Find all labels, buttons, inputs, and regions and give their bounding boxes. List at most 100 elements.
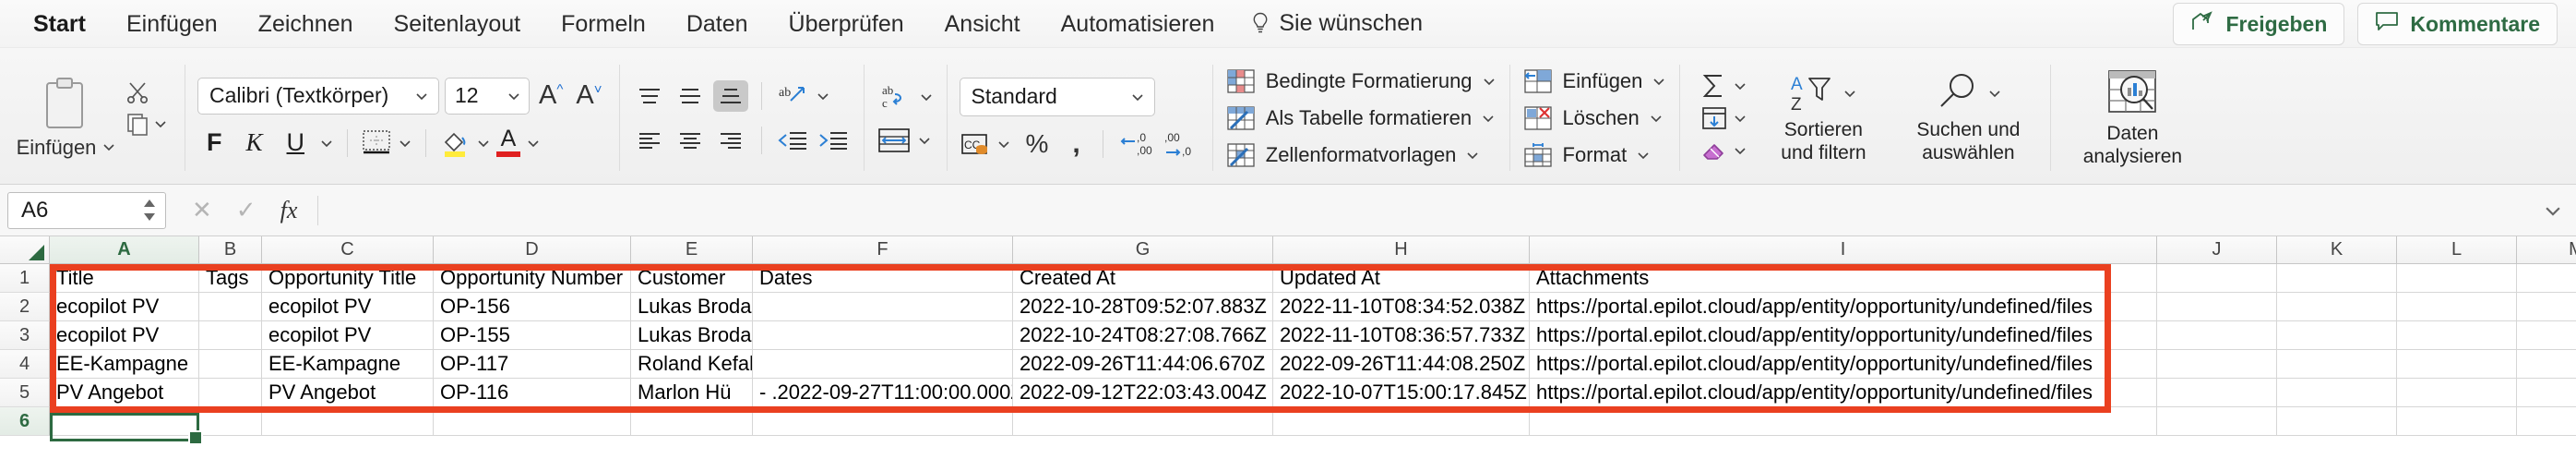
cell-A3[interactable]: ecopilot PV bbox=[50, 321, 199, 350]
cell-F4[interactable] bbox=[753, 350, 1013, 379]
spreadsheet-grid[interactable]: ABCDEFGHIJKLM 1TitleTagsOpportunity Titl… bbox=[0, 236, 2576, 471]
increase-decimal-icon[interactable]: ,00,0 bbox=[1161, 129, 1199, 159]
font-size-select[interactable]: 12 bbox=[445, 77, 530, 115]
row-header-3[interactable]: 3 bbox=[0, 321, 50, 350]
row-header-1[interactable]: 1 bbox=[0, 264, 50, 293]
percent-style-icon[interactable]: % bbox=[1017, 129, 1058, 159]
column-header-K[interactable]: K bbox=[2277, 236, 2397, 263]
column-header-C[interactable]: C bbox=[262, 236, 434, 263]
cell-I2[interactable]: https://portal.epilot.cloud/app/entity/o… bbox=[1530, 293, 2157, 321]
cell-B4[interactable] bbox=[199, 350, 262, 379]
cell-C5[interactable]: PV Angebot bbox=[262, 379, 434, 407]
name-box-spinner[interactable] bbox=[141, 199, 158, 222]
tab-zeichnen[interactable]: Zeichnen bbox=[238, 0, 374, 48]
text-orientation-icon[interactable]: ab bbox=[775, 80, 810, 112]
cell-E5[interactable]: Marlon Hü bbox=[631, 379, 753, 407]
cell-D4[interactable]: OP-117 bbox=[434, 350, 631, 379]
number-format-select[interactable]: Standard bbox=[959, 77, 1155, 116]
accounting-format-icon[interactable]: CC bbox=[960, 130, 991, 158]
cell-I5[interactable]: https://portal.epilot.cloud/app/entity/o… bbox=[1530, 379, 2157, 407]
cell-K1[interactable] bbox=[2277, 264, 2397, 293]
font-color-button[interactable]: A bbox=[496, 127, 521, 158]
cell-G5[interactable]: 2022-09-12T22:03:43.004Z bbox=[1013, 379, 1273, 407]
cell-B3[interactable] bbox=[199, 321, 262, 350]
cell-L5[interactable] bbox=[2397, 379, 2517, 407]
cell-H5[interactable]: 2022-10-07T15:00:17.845Z bbox=[1273, 379, 1530, 407]
cell-M2[interactable] bbox=[2517, 293, 2576, 321]
clear-button[interactable] bbox=[1699, 138, 1747, 163]
tab-daten[interactable]: Daten bbox=[666, 0, 769, 48]
cell-styles-button[interactable]: Zellenformatvorlagen bbox=[1225, 137, 1497, 174]
tab-automatisieren[interactable]: Automatisieren bbox=[1041, 0, 1235, 48]
increase-indent-icon[interactable] bbox=[816, 125, 851, 156]
cell-F1[interactable]: Dates bbox=[753, 264, 1013, 293]
select-all-corner[interactable] bbox=[0, 236, 50, 263]
align-middle-icon[interactable] bbox=[673, 80, 708, 112]
delete-cells-button[interactable]: Löschen bbox=[1522, 100, 1667, 137]
tab-formeln[interactable]: Formeln bbox=[541, 0, 666, 48]
conditional-formatting-button[interactable]: Bedingte Formatierung bbox=[1225, 63, 1497, 100]
autosum-button[interactable] bbox=[1699, 73, 1747, 99]
formula-input[interactable] bbox=[318, 185, 2543, 236]
cell-M3[interactable] bbox=[2517, 321, 2576, 350]
cell-A1[interactable]: Title bbox=[50, 264, 199, 293]
cell-M6[interactable] bbox=[2517, 407, 2576, 436]
table-row[interactable]: 4 EE-Kampagne EE-Kampagne OP-117 Roland Kefa… bbox=[0, 350, 2576, 379]
cell-B6[interactable] bbox=[199, 407, 262, 436]
cell-E6[interactable] bbox=[631, 407, 753, 436]
align-top-icon[interactable] bbox=[632, 80, 667, 112]
table-row[interactable]: 2 ecopilot PV ecopilot PV OP-156 Lukas Broda… bbox=[0, 293, 2576, 321]
cell-H4[interactable]: 2022-09-26T11:44:08.250Z bbox=[1273, 350, 1530, 379]
cell-G3[interactable]: 2022-10-24T08:27:08.766Z bbox=[1013, 321, 1273, 350]
cell-F5[interactable]: - .2022-09-27T11:00:00.000Z bbox=[753, 379, 1013, 407]
cell-F2[interactable] bbox=[753, 293, 1013, 321]
tell-me-box[interactable]: Sie wünschen bbox=[1234, 10, 1439, 37]
tab-einfuegen[interactable]: Einfügen bbox=[106, 0, 238, 48]
row-header-5[interactable]: 5 bbox=[0, 379, 50, 407]
cell-B2[interactable] bbox=[199, 293, 262, 321]
column-header-I[interactable]: I bbox=[1530, 236, 2157, 263]
cell-A5[interactable]: PV Angebot bbox=[50, 379, 199, 407]
cell-K5[interactable] bbox=[2277, 379, 2397, 407]
bold-button[interactable]: F bbox=[197, 128, 232, 157]
chevron-down-icon[interactable] bbox=[319, 136, 334, 151]
cell-A2[interactable]: ecopilot PV bbox=[50, 293, 199, 321]
cell-E1[interactable]: Customer bbox=[631, 264, 753, 293]
cell-L1[interactable] bbox=[2397, 264, 2517, 293]
cell-I3[interactable]: https://portal.epilot.cloud/app/entity/o… bbox=[1530, 321, 2157, 350]
column-header-H[interactable]: H bbox=[1273, 236, 1530, 263]
cell-H2[interactable]: 2022-11-10T08:34:52.038Z bbox=[1273, 293, 1530, 321]
column-header-L[interactable]: L bbox=[2397, 236, 2517, 263]
tab-seitenlayout[interactable]: Seitenlayout bbox=[374, 0, 542, 48]
cell-A4[interactable]: EE-Kampagne bbox=[50, 350, 199, 379]
cell-J4[interactable] bbox=[2157, 350, 2277, 379]
find-select-button[interactable]: Suchen und auswählen bbox=[1899, 71, 2037, 165]
cell-B1[interactable]: Tags bbox=[199, 264, 262, 293]
wrap-text-icon[interactable]: abc bbox=[877, 81, 913, 113]
column-header-B[interactable]: B bbox=[199, 236, 262, 263]
cell-J5[interactable] bbox=[2157, 379, 2277, 407]
decrease-decimal-icon[interactable]: ,0,00 bbox=[1116, 129, 1155, 159]
cell-I6[interactable] bbox=[1530, 407, 2157, 436]
analyze-data-button[interactable]: Daten analysieren bbox=[2063, 67, 2201, 169]
cell-E3[interactable]: Lukas Brodam bbox=[631, 321, 753, 350]
cell-D1[interactable]: Opportunity Number bbox=[434, 264, 631, 293]
cell-G4[interactable]: 2022-09-26T11:44:06.670Z bbox=[1013, 350, 1273, 379]
cell-L6[interactable] bbox=[2397, 407, 2517, 436]
fill-button[interactable] bbox=[1699, 105, 1747, 131]
align-left-icon[interactable] bbox=[632, 125, 667, 156]
chevron-down-icon[interactable] bbox=[476, 136, 491, 151]
fill-color-icon[interactable] bbox=[439, 127, 471, 159]
align-right-icon[interactable] bbox=[713, 125, 748, 156]
cell-C4[interactable]: EE-Kampagne bbox=[262, 350, 434, 379]
chevron-down-icon[interactable] bbox=[917, 133, 932, 148]
copy-button[interactable] bbox=[125, 112, 168, 136]
italic-button[interactable]: K bbox=[237, 128, 272, 157]
paste-button[interactable]: Einfügen bbox=[17, 77, 117, 160]
cell-M1[interactable] bbox=[2517, 264, 2576, 293]
comments-button[interactable]: Kommentare bbox=[2357, 3, 2558, 45]
column-header-M[interactable]: M bbox=[2517, 236, 2576, 263]
cell-J6[interactable] bbox=[2157, 407, 2277, 436]
cell-E4[interactable]: Roland Kefaloudi-Walli bbox=[631, 350, 753, 379]
cell-G2[interactable]: 2022-10-28T09:52:07.883Z bbox=[1013, 293, 1273, 321]
